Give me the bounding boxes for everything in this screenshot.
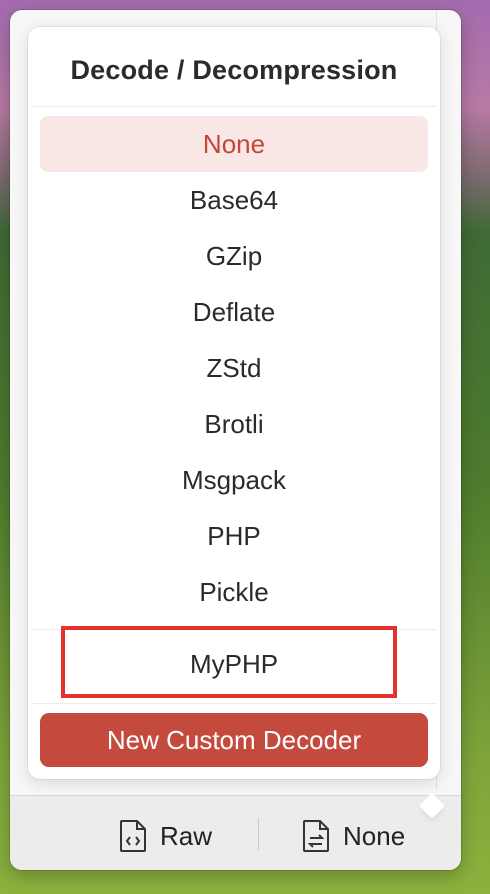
separator (32, 703, 436, 704)
decoder-option-zstd[interactable]: ZStd (40, 340, 428, 396)
decode-popover: Decode / Decompression None Base64 GZip … (28, 27, 445, 819)
status-divider (258, 818, 259, 850)
raw-view-button[interactable]: Raw (118, 820, 212, 852)
raw-view-label: Raw (160, 820, 213, 851)
decoder-option-deflate[interactable]: Deflate (40, 284, 428, 340)
decoder-option-base64[interactable]: Base64 (40, 172, 428, 228)
decoder-option-msgpack[interactable]: Msgpack (40, 452, 428, 508)
decoder-option-gzip[interactable]: GZip (40, 228, 428, 284)
decoder-select-button[interactable]: None (301, 820, 405, 852)
decoder-option-pickle[interactable]: Pickle (40, 564, 428, 620)
highlight-box (61, 626, 397, 698)
decoder-select-label: None (343, 820, 406, 851)
status-bar: Raw None (10, 795, 461, 870)
file-code-icon (120, 820, 146, 852)
separator (32, 106, 436, 107)
decoder-option-none[interactable]: None (40, 116, 428, 172)
decoder-option-brotli[interactable]: Brotli (40, 396, 428, 452)
popover-title: Decode / Decompression (70, 55, 398, 85)
file-convert-icon (303, 820, 329, 852)
decoder-option-php[interactable]: PHP (40, 508, 428, 564)
new-custom-decoder-button[interactable]: New Custom Decoder (40, 713, 428, 767)
